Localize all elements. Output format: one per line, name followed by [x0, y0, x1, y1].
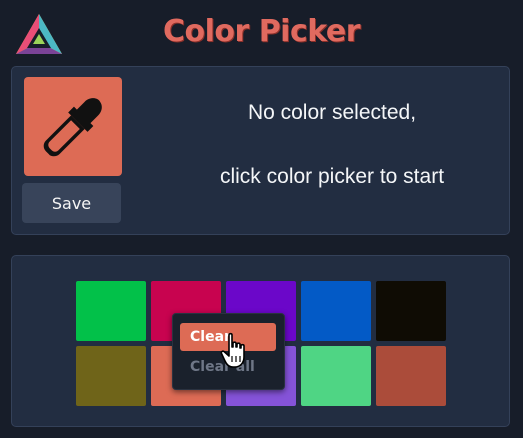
app-title: Color Picker [162, 14, 361, 49]
header: Color Picker [0, 0, 523, 62]
color-picker-button[interactable] [24, 77, 122, 176]
color-swatch[interactable] [376, 281, 446, 341]
eyedropper-icon [43, 97, 102, 156]
picker-panel: Save No color selected, click color pick… [11, 66, 510, 235]
color-swatch[interactable] [301, 281, 371, 341]
color-swatch[interactable] [376, 346, 446, 406]
color-swatch[interactable] [76, 346, 146, 406]
hand-pointer-cursor-icon [220, 332, 245, 368]
color-swatch[interactable] [76, 281, 146, 341]
save-button[interactable]: Save [22, 183, 121, 223]
status-message-line-2: click color picker to start [219, 165, 445, 188]
status-message-line-1: No color selected, [247, 101, 417, 124]
color-swatch[interactable] [301, 346, 371, 406]
